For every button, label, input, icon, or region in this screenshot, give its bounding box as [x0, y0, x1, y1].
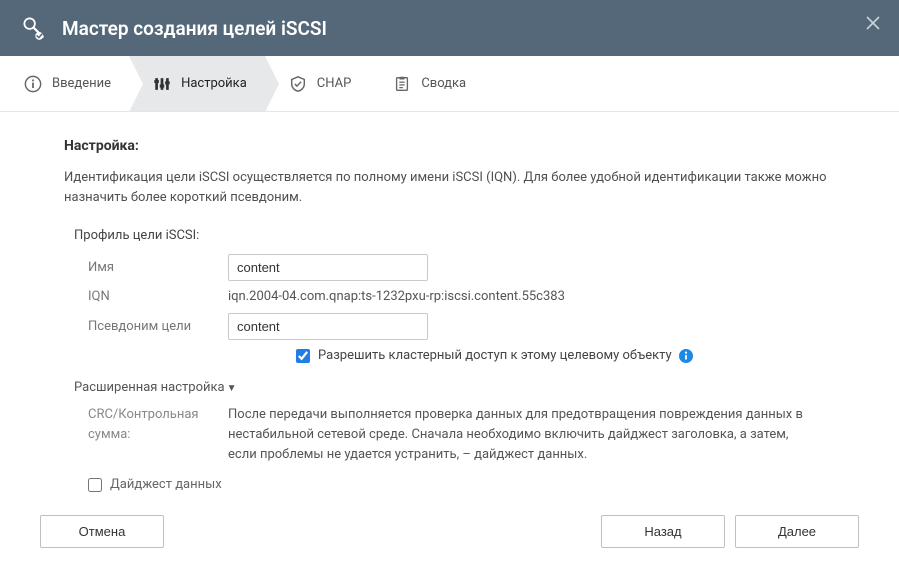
step-label: Введение: [52, 76, 111, 91]
step-label: Сводка: [421, 76, 466, 91]
allow-cluster-label: Разрешить кластерный доступ к этому целе…: [318, 346, 672, 366]
dialog-title: Мастер создания целей iSCSI: [62, 17, 327, 40]
content-area: Настройка: Идентификация цели iSCSI осущ…: [0, 112, 899, 501]
step-label: CHAP: [317, 76, 352, 91]
name-label: Имя: [88, 258, 228, 278]
cancel-button[interactable]: Отмена: [40, 515, 164, 548]
name-input[interactable]: [228, 254, 428, 281]
clipboard-icon: [393, 75, 411, 93]
step-label: Настройка: [181, 76, 247, 91]
allow-cluster-checkbox[interactable]: [296, 349, 310, 363]
info-icon: [24, 75, 42, 93]
info-icon[interactable]: [678, 348, 694, 364]
crc-label: CRC/Контрольная сумма:: [88, 405, 228, 465]
digest-data-label: Дайджест данных: [110, 475, 222, 495]
advanced-label: Расширенная настройка: [74, 378, 225, 398]
profile-label: Профиль цели iSCSI:: [74, 226, 839, 246]
dialog-footer: Отмена Назад Далее: [0, 501, 899, 570]
back-button[interactable]: Назад: [601, 515, 725, 548]
wizard-icon: [20, 14, 48, 42]
intro-text: Идентификация цели iSCSI осуществляется …: [64, 168, 839, 208]
chevron-down-icon: ▼: [227, 381, 237, 397]
iqn-label: IQN: [88, 287, 228, 307]
digest-data-checkbox[interactable]: [88, 478, 102, 492]
next-button[interactable]: Далее: [735, 515, 859, 548]
section-title: Настройка:: [64, 136, 839, 158]
sliders-icon: [153, 75, 171, 93]
step-summary[interactable]: Сводка: [369, 56, 484, 111]
iqn-value: iqn.2004-04.com.qnap:ts-1232pxu-rp:iscsi…: [228, 287, 565, 307]
crc-description: После передачи выполняется проверка данн…: [228, 405, 828, 465]
step-intro[interactable]: Введение: [0, 56, 129, 111]
alias-input[interactable]: [228, 313, 428, 340]
close-button[interactable]: [865, 14, 881, 36]
shield-icon: [289, 75, 307, 93]
alias-label: Псевдоним цели: [88, 317, 228, 337]
dialog-header: Мастер создания целей iSCSI: [0, 0, 899, 56]
wizard-stepper: Введение Настройка CHAP: [0, 56, 899, 112]
step-configure[interactable]: Настройка: [129, 56, 265, 111]
step-chap[interactable]: CHAP: [265, 56, 370, 111]
advanced-toggle[interactable]: Расширенная настройка ▼: [74, 378, 839, 398]
